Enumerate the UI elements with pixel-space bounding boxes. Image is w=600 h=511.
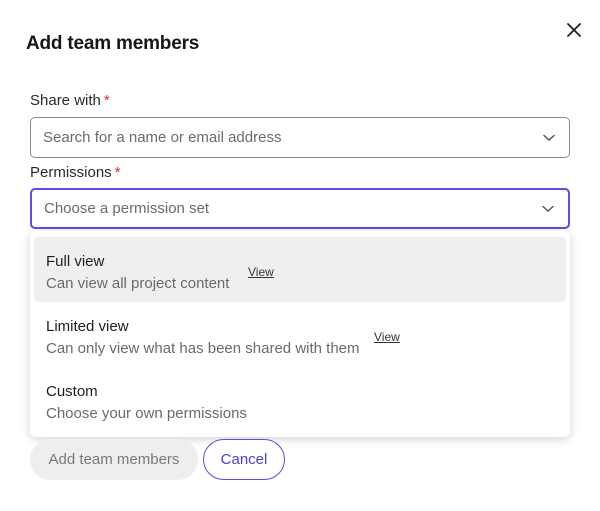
option-full-view[interactable]: Full view Can view all project content V…	[34, 237, 566, 302]
option-description: Can only view what has been shared with …	[46, 340, 360, 357]
permissions-select[interactable]: Choose a permission set	[30, 188, 570, 229]
share-with-placeholder: Search for a name or email address	[43, 129, 282, 146]
add-team-members-dialog: Add team members Share with * Search for …	[0, 0, 600, 511]
option-custom[interactable]: Custom Choose your own permissions	[34, 367, 566, 432]
share-with-label: Share with *	[30, 92, 110, 109]
share-with-label-text: Share with	[30, 92, 101, 109]
close-icon	[567, 23, 581, 37]
dialog-title: Add team members	[26, 33, 200, 54]
view-link[interactable]: View	[248, 265, 274, 279]
add-team-members-button[interactable]: Add team members	[30, 439, 198, 480]
cancel-button[interactable]: Cancel	[203, 439, 285, 480]
required-mark: *	[103, 92, 110, 109]
option-description: Choose your own permissions	[46, 405, 247, 422]
permissions-label: Permissions *	[30, 164, 121, 181]
option-description: Can view all project content	[46, 275, 230, 292]
required-mark: *	[114, 164, 121, 181]
permissions-label-text: Permissions	[30, 164, 112, 181]
option-title: Full view	[46, 253, 105, 270]
chevron-down-icon	[542, 204, 556, 214]
option-title: Custom	[46, 383, 98, 400]
permissions-placeholder: Choose a permission set	[44, 200, 210, 217]
option-title: Limited view	[46, 318, 129, 335]
share-with-input[interactable]: Search for a name or email address	[30, 117, 570, 158]
chevron-down-icon	[543, 133, 557, 143]
option-limited-view[interactable]: Limited view Can only view what has been…	[34, 302, 566, 367]
permissions-dropdown-menu: Full view Can view all project content V…	[30, 231, 570, 437]
close-button[interactable]	[562, 18, 586, 42]
view-link[interactable]: View	[374, 330, 400, 344]
